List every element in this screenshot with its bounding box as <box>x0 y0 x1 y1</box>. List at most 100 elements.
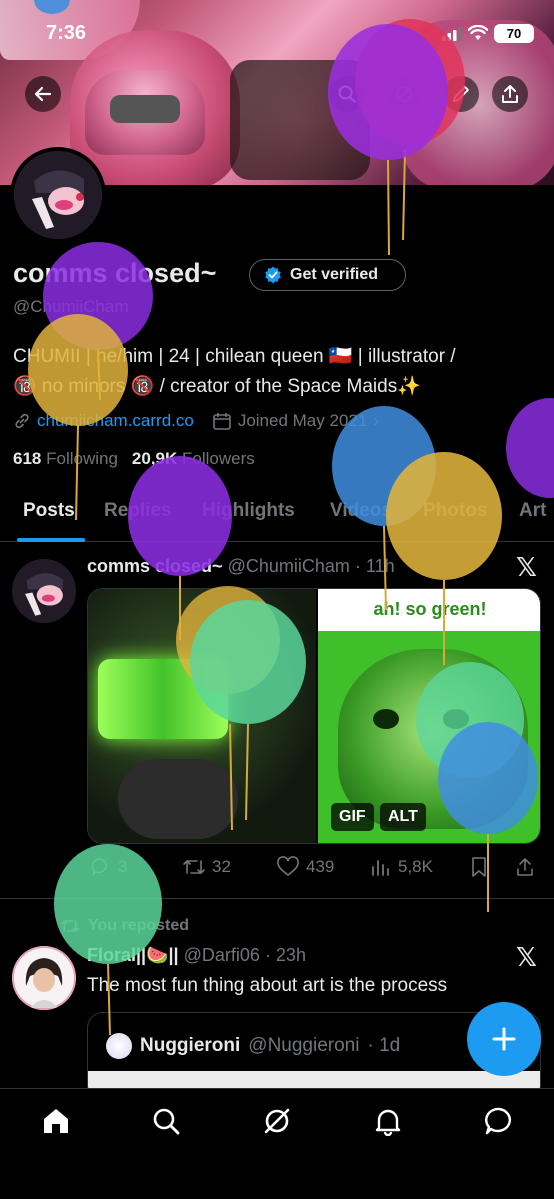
bookmark-icon <box>472 857 486 877</box>
post-timestamp: · 11h <box>354 556 395 576</box>
post2-author-handle[interactable]: @Darfi06 <box>184 945 260 965</box>
reply-icon <box>91 858 107 876</box>
back-button[interactable] <box>25 76 61 112</box>
repost-icon <box>60 920 79 932</box>
followers-count: 20,9K <box>131 449 178 468</box>
repost-count: 32 <box>212 857 231 876</box>
quoted-post-avatar <box>106 1033 132 1059</box>
verified-badge-icon <box>265 266 281 284</box>
like-button[interactable]: 439 <box>276 856 334 878</box>
link-icon <box>15 413 29 429</box>
post-divider <box>0 898 554 899</box>
quoted-post-header: Nuggieroni @Nuggieroni · 1d <box>106 1033 400 1059</box>
profile-website-link[interactable]: chumiicham.carrd.co <box>37 411 194 431</box>
edit-profile-button[interactable] <box>443 76 479 112</box>
media-art-eye-left <box>373 709 399 729</box>
quoted-author-handle: @Nuggieroni <box>248 1035 360 1056</box>
media-caption: ah! so green! <box>373 599 487 619</box>
post2-header: Floral||🍉|| @Darfi06 · 23h <box>87 945 306 966</box>
balloon-icon <box>506 398 554 498</box>
repost-icon <box>183 860 205 874</box>
arrow-left-icon <box>34 86 52 102</box>
grok-button[interactable] <box>386 76 422 112</box>
plus-icon <box>492 1027 516 1051</box>
grok-icon[interactable] <box>262 1106 292 1136</box>
share-icon <box>502 85 518 103</box>
share-icon <box>517 858 533 876</box>
post-avatar-art <box>12 559 76 623</box>
profile-avatar[interactable] <box>10 147 106 243</box>
messages-icon[interactable] <box>484 1106 514 1136</box>
profile-joined-date: Joined May 2021 <box>237 411 368 430</box>
tab-replies[interactable]: Replies <box>104 500 172 522</box>
views-icon <box>372 860 389 876</box>
battery-indicator: 70 <box>494 24 534 43</box>
reply-count: 3 <box>118 857 128 876</box>
bio-line-2: 🔞 no minors 🔞 / creator of the Space Mai… <box>13 376 421 397</box>
home-icon[interactable] <box>41 1106 71 1136</box>
tab-photos[interactable]: Photos <box>423 500 487 522</box>
compose-post-button[interactable] <box>467 1002 541 1076</box>
media-art-cat <box>338 649 528 829</box>
x-logo-icon: 𝕏 <box>516 942 537 972</box>
bottom-navigation <box>0 1088 554 1199</box>
following-label: Following <box>46 449 118 468</box>
search-icon <box>338 85 357 104</box>
post2-avatar[interactable] <box>12 946 76 1010</box>
post-media[interactable]: ah! so green! GIF ALT <box>87 588 541 844</box>
post-author-name[interactable]: comms closed~ <box>87 556 223 576</box>
tab-videos[interactable]: Videos <box>330 500 392 522</box>
post-header: comms closed~ @ChumiiCham · 11h <box>87 556 395 577</box>
status-bar: 7:36 70 <box>0 22 554 46</box>
like-count: 439 <box>306 857 335 876</box>
alt-badge[interactable]: ALT <box>380 803 426 831</box>
bookmark-button[interactable] <box>469 856 489 878</box>
views-button[interactable]: 5,8K <box>370 856 433 878</box>
following-count: 618 <box>13 449 42 468</box>
media-art-gear <box>118 759 238 839</box>
search-icon[interactable] <box>151 1106 181 1136</box>
profile-handle: @ChumiiCham <box>13 297 129 316</box>
cellular-signal-icon <box>442 27 462 41</box>
profile-bio: CHUMII | he/him | 24 | chilean queen 🇨🇱 … <box>13 342 543 402</box>
post-avatar[interactable] <box>12 559 76 623</box>
followers-stat[interactable]: 20,9K Followers <box>132 449 255 469</box>
following-stat[interactable]: 618 Following <box>13 449 118 469</box>
x-logo-icon: 𝕏 <box>516 552 537 582</box>
heart-icon <box>277 856 299 877</box>
profile-meta: chumiicham.carrd.co Joined May 2021 › <box>13 408 379 434</box>
post2-timestamp: · 23h <box>264 945 306 965</box>
followers-label: Followers <box>182 449 255 468</box>
media-art-tube <box>98 659 228 739</box>
tab-posts[interactable]: Posts <box>23 500 75 522</box>
post2-text: The most fun thing about art is the proc… <box>87 975 448 996</box>
notifications-icon[interactable] <box>373 1106 403 1136</box>
gif-badge[interactable]: GIF <box>331 803 374 831</box>
status-time: 7:36 <box>46 22 87 44</box>
share-post-button[interactable] <box>515 856 535 878</box>
get-verified-label: Get verified <box>290 266 379 283</box>
banner-art-visor <box>110 95 180 123</box>
pencil-icon <box>453 86 469 102</box>
post-actions: 3 32 439 5,8K <box>86 856 540 884</box>
profile-tabs: Posts Replies Highlights Videos Photos A… <box>0 494 554 542</box>
bio-line-1: CHUMII | he/him | 24 | chilean queen 🇨🇱 … <box>13 346 456 367</box>
profile-display-name: comms closed~ <box>13 258 217 288</box>
grok-icon <box>396 86 412 102</box>
media-image-left[interactable] <box>88 589 316 843</box>
quoted-timestamp: · 1d <box>367 1035 401 1056</box>
post2-avatar-art <box>12 946 76 1010</box>
get-verified-button[interactable]: Get verified <box>249 259 406 291</box>
reply-button[interactable]: 3 <box>90 856 127 878</box>
repost-button[interactable]: 32 <box>182 856 231 878</box>
media-art-eye-right <box>443 709 469 729</box>
repost-indicator: You reposted <box>60 917 189 935</box>
post2-author-name[interactable]: Floral||🍉|| <box>87 945 179 965</box>
tab-art[interactable]: Art <box>519 500 546 522</box>
search-profile-button[interactable] <box>329 76 365 112</box>
quoted-author-name: Nuggieroni <box>140 1035 241 1056</box>
share-profile-button[interactable] <box>492 76 528 112</box>
calendar-icon <box>213 413 231 430</box>
tab-highlights[interactable]: Highlights <box>202 500 295 522</box>
post-author-handle[interactable]: @ChumiiCham <box>228 556 350 576</box>
